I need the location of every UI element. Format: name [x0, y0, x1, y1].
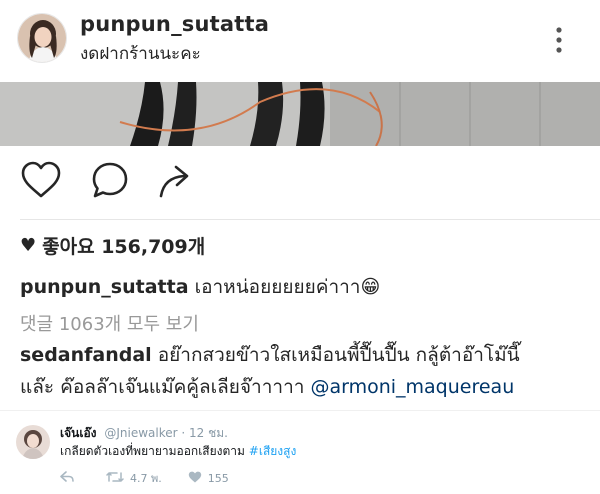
caption-text: เอาหน่อยยยยยค่าาา: [194, 276, 361, 298]
heart-outline-icon[interactable]: [20, 160, 62, 204]
likes-count[interactable]: ♥ 좋아요 156,709개: [20, 232, 205, 259]
view-all-comments-link[interactable]: 댓글 1063개 모두 보기: [20, 310, 199, 336]
post-location[interactable]: งดฝากร้านนะคะ: [80, 40, 201, 67]
tweet-hashtag[interactable]: #เสียงสูง: [249, 444, 297, 458]
comment-bubble-icon[interactable]: [90, 160, 130, 204]
comment-line-2: แล๊ะ ค๊อลล๊าเจ๊นแม๊คคู้ลเลียจ๊าาาาา @arm…: [20, 372, 514, 402]
caption-emoji: 😁: [360, 276, 381, 298]
retweet-count: 4.7 พ.: [130, 472, 162, 485]
reply-button[interactable]: [60, 470, 80, 486]
tweet-avatar[interactable]: [16, 425, 50, 459]
more-vertical-icon[interactable]: [550, 24, 568, 58]
heart-filled-icon: ♥: [20, 235, 37, 256]
post-actions: [0, 160, 600, 210]
share-arrow-icon[interactable]: [156, 160, 194, 204]
avatar[interactable]: [17, 13, 67, 63]
reply-icon: [60, 470, 80, 486]
retweet-button[interactable]: 4.7 พ.: [106, 469, 162, 487]
post-photo[interactable]: [0, 82, 600, 146]
like-icon: [188, 471, 208, 486]
comment-username[interactable]: sedanfandal: [20, 344, 152, 366]
caption-username[interactable]: punpun_sutatta: [20, 276, 189, 298]
comment-line-1: sedanfandal อย๊ากสวยข๊าวใสเหมือนพี้ปื๊นป…: [20, 340, 520, 370]
tweet-time[interactable]: · 12 ชม.: [181, 426, 228, 440]
caption: punpun_sutatta เอาหน่อยยยยยค่าาา😁: [20, 272, 380, 302]
tweet-actions: 4.7 พ. 155: [60, 469, 255, 487]
comment-mention[interactable]: @armoni_maquereau: [310, 376, 514, 398]
retweet-icon: [106, 471, 130, 486]
instagram-post: punpun_sutatta งดฝากร้านนะคะ ♥ 좋아요 156,7…: [0, 0, 600, 410]
tweet: เจ๊นเอ๊ง @Jniewalker · 12 ชม. เกลียดตัวเ…: [0, 410, 600, 494]
like-button[interactable]: 155: [188, 471, 229, 486]
divider: [20, 219, 600, 220]
tweet-header: เจ๊นเอ๊ง @Jniewalker · 12 ชม.: [60, 424, 228, 443]
likes-label: 좋아요 156,709개: [42, 236, 206, 258]
post-username[interactable]: punpun_sutatta: [80, 12, 269, 36]
tweet-body: เกลียดตัวเองที่พยายามออกเสียงตาม: [60, 444, 245, 458]
tweet-text: เกลียดตัวเองที่พยายามออกเสียงตาม #เสียงส…: [60, 442, 296, 461]
post-header: punpun_sutatta งดฝากร้านนะคะ: [0, 0, 600, 82]
like-count: 155: [207, 471, 229, 485]
tweet-display-name[interactable]: เจ๊นเอ๊ง: [60, 426, 97, 440]
comment-text-2: แล๊ะ ค๊อลล๊าเจ๊นแม๊คคู้ลเลียจ๊าาาาา: [20, 376, 305, 398]
tweet-handle[interactable]: @Jniewalker: [104, 426, 177, 440]
comment-text-1: อย๊ากสวยข๊าวใสเหมือนพี้ปื๊นปื๊น กลู้ต้าอ…: [157, 344, 520, 366]
